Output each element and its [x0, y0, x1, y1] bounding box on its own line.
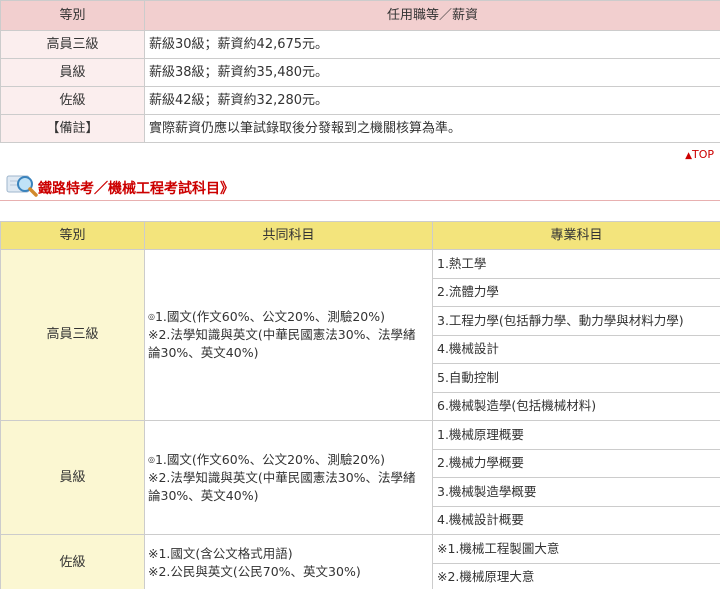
special-subject-cell: 2.機械力學概要 — [432, 448, 720, 478]
special-subject-cell: ※2.機械原理大意 — [432, 562, 720, 589]
table-row: 佐級 ※1.國文(含公文格式用語) ※2.公民與英文(公民70%、英文30%) … — [0, 534, 720, 589]
special-subject-cell: 1.機械原理概要 — [432, 420, 720, 450]
salary-cell: 薪級42級；薪資約32,280元。 — [144, 86, 720, 115]
common-subjects-cell: ◎1.國文(作文60%、公文20%、測驗20%) ※2.法學知識與英文(中華民國… — [144, 420, 433, 535]
exam-header-row: 等別 共同科目 專業科目 — [0, 221, 720, 250]
remark-label: 【備註】 — [0, 114, 145, 143]
common-subject-item: ※1.國文(含公文格式用語) — [148, 546, 293, 561]
header-level: 等別 — [0, 221, 145, 250]
circle-bullet-icon: ◎ — [148, 312, 155, 321]
table-row: 員級 ◎1.國文(作文60%、公文20%、測驗20%) ※2.法學知識與英文(中… — [0, 420, 720, 535]
special-subject-cell: 5.自動控制 — [432, 363, 720, 393]
common-subject-item: ※2.法學知識與英文(中華民國憲法30%、法學緒論30%、英文40%) — [148, 327, 416, 360]
salary-header-row: 等別 任用職等／薪資 — [0, 0, 720, 31]
table-row: 高員三級 薪級30級；薪資約42,675元。 — [0, 30, 720, 59]
special-subject-cell: 2.流體力學 — [432, 277, 720, 307]
salary-table: 等別 任用職等／薪資 高員三級 薪級30級；薪資約42,675元。 員級 薪級3… — [0, 0, 720, 143]
special-subject-cell: ※1.機械工程製圖大意 — [432, 534, 720, 564]
top-link-label: TOP — [691, 148, 714, 161]
level-cell: 佐級 — [0, 534, 145, 589]
up-triangle-icon: ▲ — [685, 151, 692, 161]
special-subject-cell: 3.機械製造學概要 — [432, 477, 720, 507]
common-subject-item: ◎1.國文(作文60%、公文20%、測驗20%) — [148, 309, 386, 324]
common-subject-item: ※2.公民與英文(公民70%、英文30%) — [148, 564, 361, 579]
table-row: 高員三級 ◎1.國文(作文60%、公文20%、測驗20%) ※2.法學知識與英文… — [0, 249, 720, 421]
salary-cell: 薪級38級；薪資約35,480元。 — [144, 58, 720, 87]
back-to-top-link[interactable]: ▲TOP — [685, 148, 714, 161]
level-cell: 高員三級 — [0, 30, 145, 59]
level-cell: 員級 — [0, 58, 145, 87]
common-subject-item: ※2.法學知識與英文(中華民國憲法30%、法學緒論30%、英文40%) — [148, 469, 416, 503]
table-row: 佐級 薪級42級；薪資約32,280元。 — [0, 86, 720, 115]
header-level: 等別 — [0, 0, 145, 31]
special-subject-cell: 6.機械製造學(包括機械材料) — [432, 391, 720, 421]
salary-cell: 薪級30級；薪資約42,675元。 — [144, 30, 720, 59]
table-row: 員級 薪級38級；薪資約35,480元。 — [0, 58, 720, 87]
level-cell: 佐級 — [0, 86, 145, 115]
common-subjects-cell: ◎1.國文(作文60%、公文20%、測驗20%) ※2.法學知識與英文(中華民國… — [144, 249, 433, 421]
header-salary: 任用職等／薪資 — [144, 0, 720, 31]
header-common: 共同科目 — [144, 221, 433, 250]
special-subject-cell: 1.熱工學 — [432, 249, 720, 279]
section-heading: 鐵路特考／機械工程考試科目》 — [4, 168, 704, 202]
exam-subject-table: 等別 共同科目 專業科目 高員三級 ◎1.國文(作文60%、公文20%、測驗20… — [0, 221, 720, 589]
special-subject-cell: 4.機械設計 — [432, 334, 720, 364]
table-row: 【備註】 實際薪資仍應以筆試錄取後分發報到之機關核算為準。 — [0, 114, 720, 143]
level-cell: 員級 — [0, 420, 145, 535]
header-special: 專業科目 — [432, 221, 720, 250]
circle-bullet-icon: ◎ — [148, 454, 155, 464]
section-title: 鐵路特考／機械工程考試科目》 — [38, 181, 234, 197]
common-subjects-cell: ※1.國文(含公文格式用語) ※2.公民與英文(公民70%、英文30%) — [144, 534, 433, 589]
magnifier-icon — [6, 175, 38, 197]
common-subject-item: ◎1.國文(作文60%、公文20%、測驗20%) — [148, 451, 386, 467]
special-subject-cell: 3.工程力學(包括靜力學、動力學與材料力學) — [432, 306, 720, 336]
special-subject-cell: 4.機械設計概要 — [432, 505, 720, 535]
level-cell: 高員三級 — [0, 249, 145, 421]
remark-text: 實際薪資仍應以筆試錄取後分發報到之機關核算為準。 — [144, 114, 720, 143]
section-divider — [0, 200, 720, 201]
